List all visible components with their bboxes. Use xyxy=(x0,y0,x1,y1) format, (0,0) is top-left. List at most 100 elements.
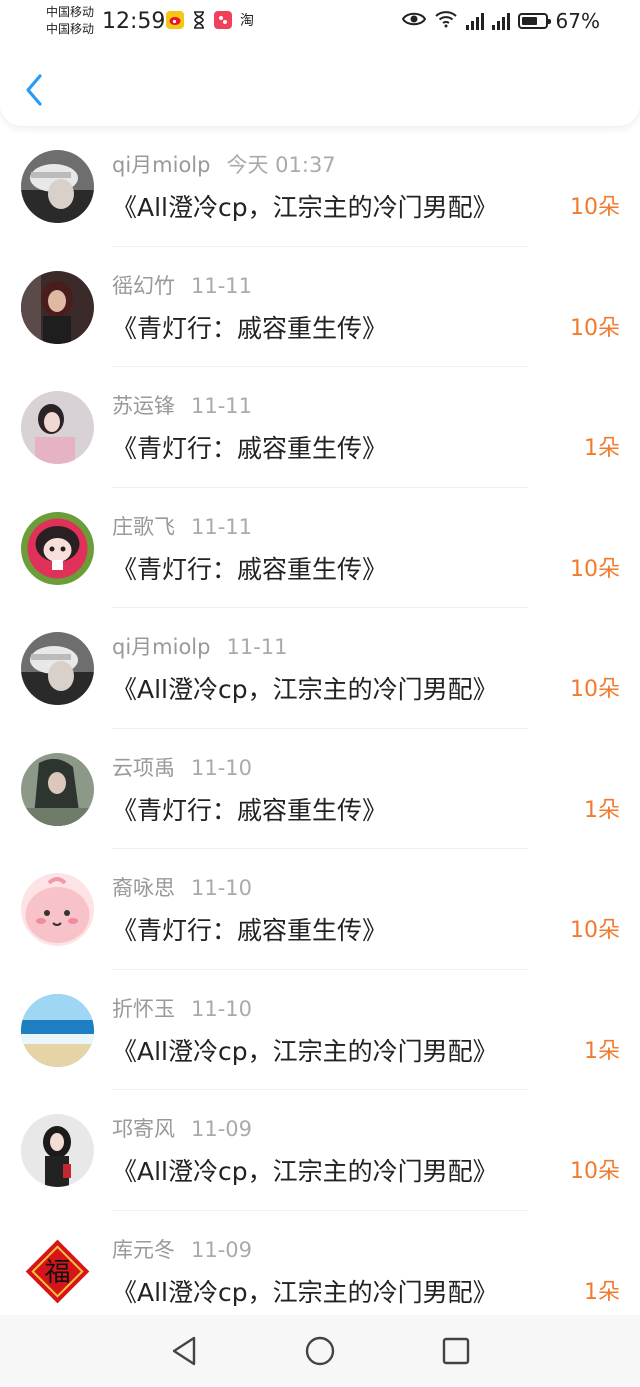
gift-time: 11-10 xyxy=(191,755,253,780)
gift-time: 11-11 xyxy=(191,273,253,298)
weibo-icon xyxy=(166,11,184,29)
gift-meta: 徭幻竹 11-11 xyxy=(112,271,252,301)
book-title[interactable]: 《All澄冷cp，江宗主的冷门男配》 xyxy=(112,1154,498,1190)
status-bar: 中国移动 中国移动 12:59 淘 67% xyxy=(0,0,640,44)
battery-icon xyxy=(517,13,551,29)
gift-time: 11-10 xyxy=(191,876,253,900)
book-title[interactable]: 《All澄冷cp，江宗主的冷门男配》 xyxy=(112,672,498,708)
triangle-back-icon xyxy=(172,1336,196,1366)
carrier-labels: 中国移动 中国移动 xyxy=(46,4,94,38)
gift-time: 11-10 xyxy=(191,996,253,1021)
gift-row[interactable]: 福 库元冬 11-09 《All澄冷cp，江宗主的冷门男配》 1朵 xyxy=(0,1211,640,1332)
gift-meta: qi月miolp 11-11 xyxy=(112,632,288,662)
signal-icon-2 xyxy=(491,12,510,30)
sender-name[interactable]: 裔咏思 xyxy=(112,876,175,900)
status-time: 12:59 xyxy=(102,9,166,34)
eye-icon xyxy=(401,11,426,31)
sender-name[interactable]: 云项禹 xyxy=(112,756,175,780)
sender-name[interactable]: 庄歌飞 xyxy=(112,515,175,539)
gift-row[interactable]: 徭幻竹 11-11 《青灯行：戚容重生传》 10朵 xyxy=(0,247,640,367)
gift-row[interactable]: 苏运锋 11-11 《青灯行：戚容重生传》 1朵 xyxy=(0,367,640,488)
avatar[interactable] xyxy=(21,632,94,705)
avatar[interactable] xyxy=(21,1114,94,1187)
gift-time: 今天 01:37 xyxy=(226,153,336,177)
back-button[interactable] xyxy=(20,72,48,108)
sender-name[interactable]: qi月miolp xyxy=(112,153,210,177)
gift-meta: 库元冬 11-09 xyxy=(112,1235,252,1265)
sender-name[interactable]: 邛寄风 xyxy=(112,1117,175,1141)
gift-meta: 云项禹 11-10 xyxy=(112,753,252,783)
gift-amount: 1朵 xyxy=(584,1279,620,1305)
nav-home-button[interactable] xyxy=(252,1323,388,1379)
system-nav-bar xyxy=(0,1315,640,1387)
avatar[interactable] xyxy=(21,150,94,223)
sender-name[interactable]: 徭幻竹 xyxy=(112,274,175,298)
book-title[interactable]: 《青灯行：戚容重生传》 xyxy=(112,793,387,829)
battery-percent: 67% xyxy=(555,9,600,33)
nav-recents-button[interactable] xyxy=(388,1323,524,1379)
gift-amount: 1朵 xyxy=(584,797,620,823)
gift-time: 11-09 xyxy=(191,1237,253,1262)
gift-amount: 10朵 xyxy=(570,315,620,341)
carrier-1: 中国移动 xyxy=(46,5,95,19)
gift-amount: 10朵 xyxy=(570,1159,620,1184)
square-recents-icon xyxy=(442,1337,470,1365)
hourglass-icon xyxy=(190,11,208,29)
gift-amount: 10朵 xyxy=(570,918,620,943)
app-icon xyxy=(214,11,232,29)
avatar[interactable] xyxy=(21,511,94,585)
battery-fill xyxy=(521,17,537,25)
gift-meta: 庄歌飞 11-11 xyxy=(112,512,252,542)
gift-row[interactable]: qi月miolp 今天 01:37 《All澄冷cp，江宗主的冷门男配》 10朵 xyxy=(0,126,640,247)
gift-time: 11-11 xyxy=(191,514,253,539)
avatar[interactable] xyxy=(21,270,94,344)
gift-time: 11-11 xyxy=(226,635,288,659)
sender-name[interactable]: qi月miolp xyxy=(112,635,210,659)
book-title[interactable]: 《青灯行：戚容重生传》 xyxy=(112,552,387,588)
book-title[interactable]: 《All澄冷cp，江宗主的冷门男配》 xyxy=(112,1034,498,1070)
nav-back-button[interactable] xyxy=(116,1323,252,1379)
gift-amount: 10朵 xyxy=(570,677,620,702)
sender-name[interactable]: 苏运锋 xyxy=(112,394,175,418)
svg-text:福: 福 xyxy=(44,1258,70,1288)
status-right: 67% xyxy=(401,8,600,34)
chevron-left-icon xyxy=(26,74,42,106)
book-title[interactable]: 《All澄冷cp，江宗主的冷门男配》 xyxy=(112,190,498,226)
gift-amount: 10朵 xyxy=(570,195,620,220)
gift-time: 11-09 xyxy=(191,1117,253,1141)
circle-home-icon xyxy=(305,1336,335,1366)
avatar[interactable] xyxy=(21,752,94,826)
gift-row[interactable]: qi月miolp 11-11 《All澄冷cp，江宗主的冷门男配》 10朵 xyxy=(0,608,640,729)
gift-time: 11-11 xyxy=(191,394,253,418)
gift-amount: 1朵 xyxy=(584,436,620,461)
gift-meta: 邛寄风 11-09 xyxy=(112,1114,252,1144)
avatar[interactable] xyxy=(21,873,94,946)
gift-row[interactable]: 云项禹 11-10 《青灯行：戚容重生传》 1朵 xyxy=(0,729,640,849)
notification-icons: 淘 xyxy=(166,11,256,29)
gift-amount: 10朵 xyxy=(570,556,620,582)
gift-meta: 折怀玉 11-10 xyxy=(112,994,252,1024)
wifi-icon xyxy=(434,10,458,32)
taobao-icon: 淘 xyxy=(240,13,254,29)
carrier-2: 中国移动 xyxy=(46,22,95,36)
gift-meta: 裔咏思 11-10 xyxy=(112,873,252,903)
avatar[interactable] xyxy=(21,391,94,464)
book-title[interactable]: 《All澄冷cp，江宗主的冷门男配》 xyxy=(112,1275,498,1311)
gift-list: qi月miolp 今天 01:37 《All澄冷cp，江宗主的冷门男配》 10朵 徭幻竹… xyxy=(0,126,640,1331)
gift-row[interactable]: 庄歌飞 11-11 《青灯行：戚容重生传》 10朵 xyxy=(0,488,640,608)
sender-name[interactable]: 折怀玉 xyxy=(112,997,175,1021)
book-title[interactable]: 《青灯行：戚容重生传》 xyxy=(112,311,387,347)
signal-icon xyxy=(465,12,484,30)
book-title[interactable]: 《青灯行：戚容重生传》 xyxy=(112,913,387,949)
book-title[interactable]: 《青灯行：戚容重生传》 xyxy=(112,431,387,467)
top-bar xyxy=(0,44,640,126)
gift-row[interactable]: 折怀玉 11-10 《All澄冷cp，江宗主的冷门男配》 1朵 xyxy=(0,970,640,1090)
gift-row[interactable]: 裔咏思 11-10 《青灯行：戚容重生传》 10朵 xyxy=(0,849,640,970)
avatar[interactable] xyxy=(21,993,94,1067)
avatar[interactable]: 福 xyxy=(21,1234,94,1308)
sender-name[interactable]: 库元冬 xyxy=(112,1238,175,1262)
gift-meta: 苏运锋 11-11 xyxy=(112,391,252,421)
gift-row[interactable]: 邛寄风 11-09 《All澄冷cp，江宗主的冷门男配》 10朵 xyxy=(0,1090,640,1211)
gift-amount: 1朵 xyxy=(584,1038,620,1064)
gift-meta: qi月miolp 今天 01:37 xyxy=(112,150,336,180)
